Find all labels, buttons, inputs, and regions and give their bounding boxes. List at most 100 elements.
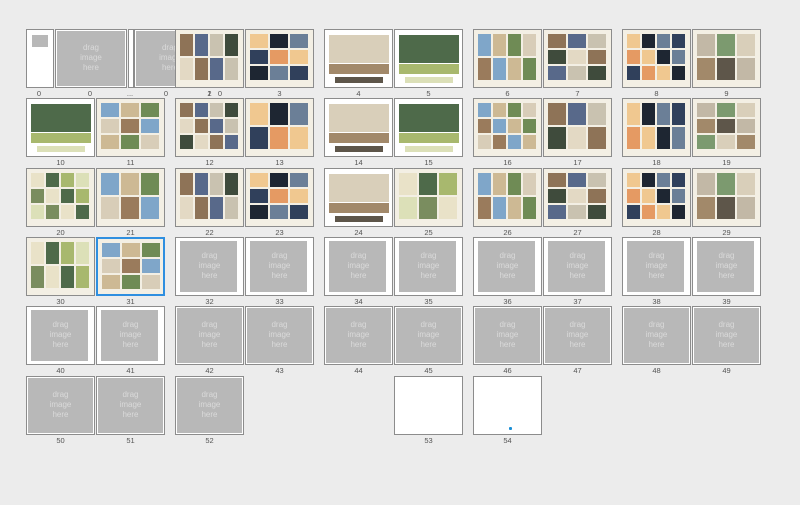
page-thumbnail[interactable] xyxy=(692,29,761,88)
empty-page-thumbnail[interactable] xyxy=(324,168,393,227)
photo-block xyxy=(737,173,755,195)
drag-hint-line: here xyxy=(420,340,437,349)
page-number-label: 41 xyxy=(126,366,135,375)
photo-block xyxy=(31,266,44,288)
drag-hint-line: here xyxy=(718,271,735,280)
page-thumbnail[interactable] xyxy=(394,168,463,227)
empty-page-thumbnail[interactable]: drag image here xyxy=(543,237,612,296)
empty-page-thumbnail[interactable]: drag image here xyxy=(175,306,244,365)
drag-hint-line: drag xyxy=(201,390,218,399)
page-thumbnail[interactable] xyxy=(96,237,165,296)
photo-block xyxy=(335,216,383,222)
photo-block xyxy=(180,173,193,195)
cover-flap-left[interactable] xyxy=(26,29,54,88)
photo-block xyxy=(478,197,491,219)
photo-block xyxy=(121,103,139,117)
empty-page-thumbnail[interactable] xyxy=(324,29,393,88)
empty-page-thumbnail[interactable]: drag image here xyxy=(394,306,463,365)
empty-page-thumbnail[interactable]: drag image here xyxy=(394,237,463,296)
photo-block xyxy=(568,189,586,203)
page-thumbnail[interactable] xyxy=(394,376,463,435)
page-number-label: 44 xyxy=(354,366,363,375)
drag-hint-line: here xyxy=(52,340,69,349)
photo-block xyxy=(493,135,506,149)
photo-block xyxy=(627,103,640,125)
photo-block xyxy=(568,205,586,219)
page-thumbnail[interactable] xyxy=(622,29,691,88)
empty-page-thumbnail[interactable]: drag image here xyxy=(324,237,393,296)
empty-page-thumbnail[interactable]: drag image here xyxy=(692,237,761,296)
photo-block xyxy=(250,189,268,203)
page-thumbnail[interactable] xyxy=(543,29,612,88)
empty-page-thumbnail[interactable]: drag image here xyxy=(26,306,95,365)
page-thumbnail[interactable] xyxy=(473,376,542,435)
photo-block xyxy=(627,66,640,80)
photo-block xyxy=(122,259,140,273)
empty-page-thumbnail[interactable] xyxy=(324,98,393,157)
drag-hint-line: drag xyxy=(569,320,586,329)
empty-page-thumbnail[interactable]: drag image here xyxy=(96,306,165,365)
page-thumbnail[interactable] xyxy=(175,168,244,227)
photo-block xyxy=(121,119,139,133)
empty-page-thumbnail[interactable]: drag image here xyxy=(175,376,244,435)
photo-block xyxy=(508,197,521,219)
photo-block xyxy=(270,127,288,149)
photo-block xyxy=(478,173,491,195)
empty-page-thumbnail[interactable]: drag image here xyxy=(175,237,244,296)
photo-block xyxy=(225,58,238,80)
empty-page-thumbnail[interactable]: drag image here xyxy=(26,376,95,435)
photo-block xyxy=(101,103,119,117)
photo-block xyxy=(329,35,389,63)
empty-page-thumbnail[interactable] xyxy=(26,98,95,157)
photo-block xyxy=(588,173,606,187)
empty-page-thumbnail[interactable]: drag image here xyxy=(692,306,761,365)
photo-block xyxy=(737,103,755,117)
page-thumbnail[interactable] xyxy=(26,168,95,227)
page-number-label: 7 xyxy=(575,89,580,98)
empty-page-thumbnail[interactable]: drag image here xyxy=(245,237,314,296)
page-thumbnail[interactable] xyxy=(622,168,691,227)
empty-page-thumbnail[interactable]: drag image here xyxy=(622,306,691,365)
page-thumbnail[interactable] xyxy=(473,168,542,227)
photo-block xyxy=(290,103,308,125)
photo-block xyxy=(31,133,91,143)
photo-block xyxy=(141,197,159,219)
empty-page-thumbnail[interactable]: drag image here xyxy=(324,306,393,365)
drag-image-hint: drag image here xyxy=(474,320,541,350)
photo-block xyxy=(195,173,208,195)
photo-block xyxy=(61,266,74,288)
empty-page-thumbnail[interactable]: drag image here xyxy=(543,306,612,365)
page-thumbnail[interactable] xyxy=(175,98,244,157)
page-thumbnail[interactable] xyxy=(473,98,542,157)
drag-image-hint: drag image here xyxy=(176,390,243,420)
empty-page-thumbnail[interactable]: drag image here xyxy=(245,306,314,365)
page-thumbnail[interactable] xyxy=(175,29,244,88)
page-thumbnail[interactable] xyxy=(245,168,314,227)
page-thumbnail[interactable] xyxy=(543,168,612,227)
page-thumbnail[interactable] xyxy=(245,98,314,157)
page-thumbnail[interactable] xyxy=(26,237,95,296)
page-thumbnail[interactable] xyxy=(473,29,542,88)
empty-page-thumbnail[interactable]: drag image here xyxy=(473,237,542,296)
photo-block xyxy=(548,127,566,149)
page-thumbnail[interactable] xyxy=(96,98,165,157)
page-number-label: 9 xyxy=(724,89,729,98)
page-thumbnail[interactable] xyxy=(692,168,761,227)
page-thumbnail[interactable] xyxy=(692,98,761,157)
drag-hint-line: drag xyxy=(420,320,437,329)
empty-page-thumbnail[interactable]: drag image here xyxy=(473,306,542,365)
empty-page-thumbnail[interactable] xyxy=(394,29,463,88)
page-thumbnail[interactable] xyxy=(96,168,165,227)
back-cover[interactable]: drag image here xyxy=(55,29,127,88)
drag-hint-line: here xyxy=(499,271,516,280)
page-thumbnail[interactable] xyxy=(543,98,612,157)
photo-block xyxy=(329,133,389,143)
page-number-label: 31 xyxy=(126,297,135,306)
photo-block xyxy=(642,127,655,149)
empty-page-thumbnail[interactable]: drag image here xyxy=(622,237,691,296)
empty-page-thumbnail[interactable] xyxy=(394,98,463,157)
page-thumbnail[interactable] xyxy=(245,29,314,88)
empty-page-thumbnail[interactable]: drag image here xyxy=(96,376,165,435)
photo-block xyxy=(588,189,606,203)
page-thumbnail[interactable] xyxy=(622,98,691,157)
